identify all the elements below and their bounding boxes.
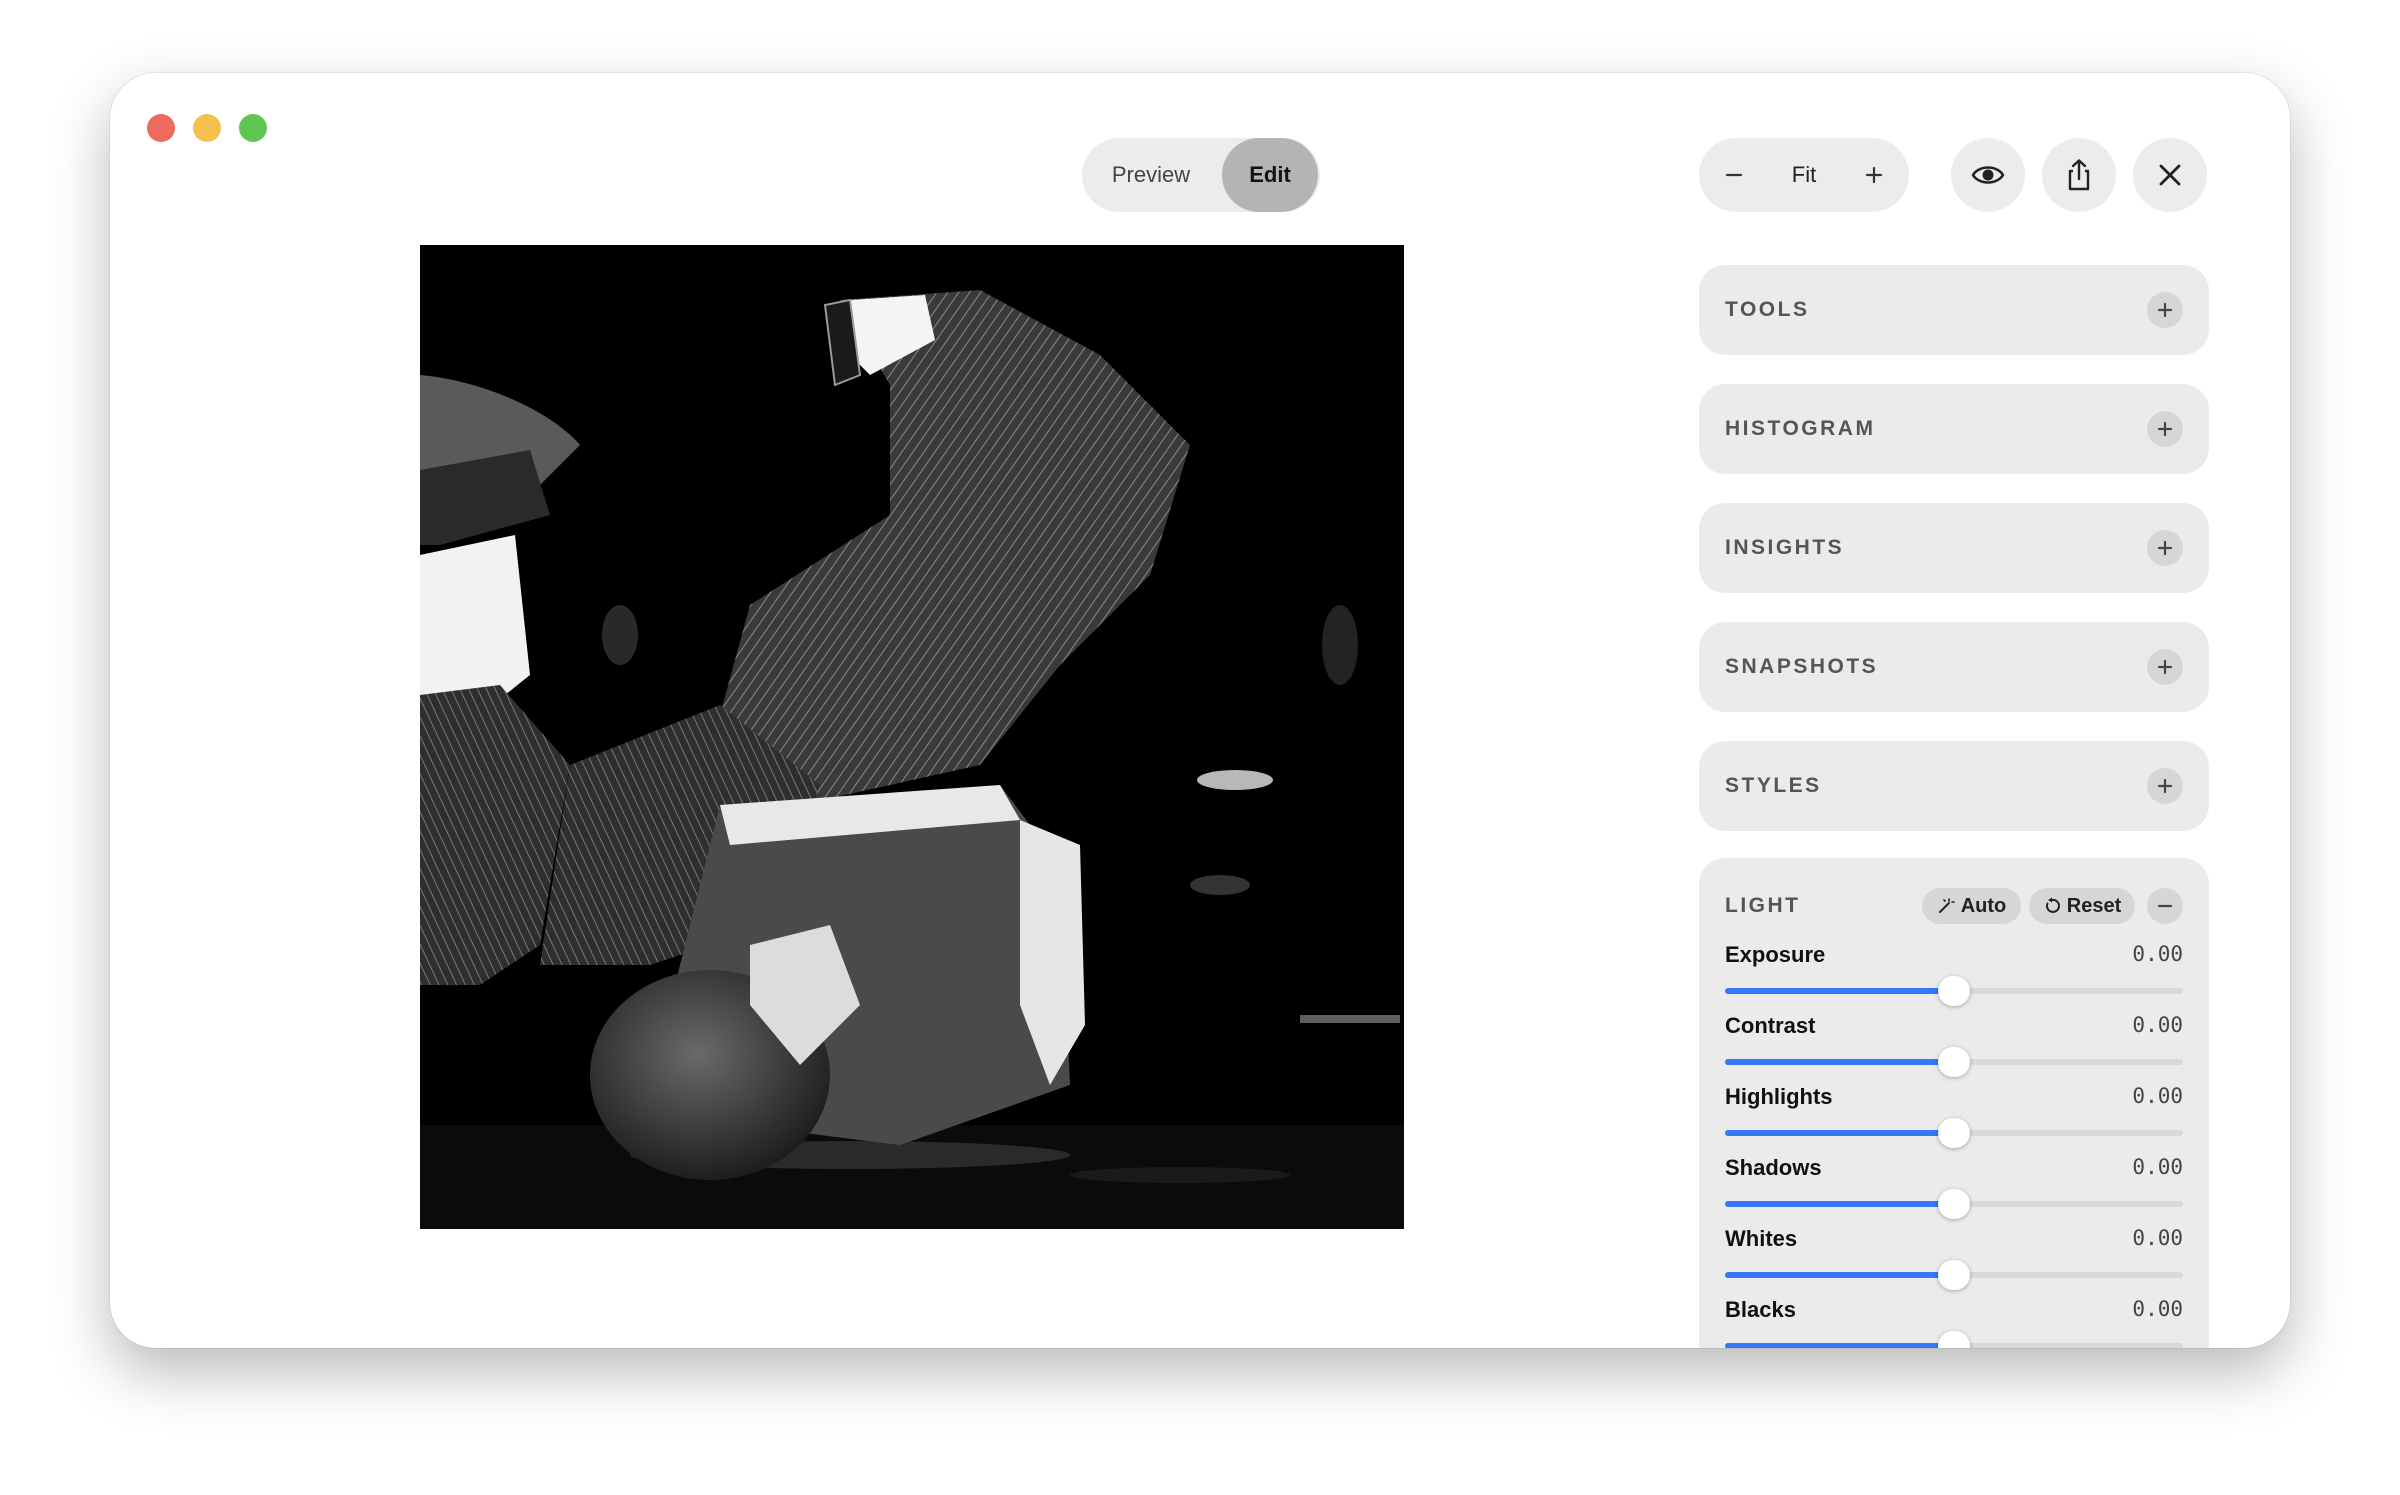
whites-slider-row: Whites 0.00: [1725, 1226, 2183, 1292]
section-title: SNAPSHOTS: [1725, 655, 1879, 678]
slider-label: Contrast: [1725, 1013, 1816, 1038]
slider-value: 0.00: [2132, 1155, 2183, 1179]
close-icon: [2159, 164, 2181, 186]
minus-icon: [1725, 173, 1743, 177]
zoom-control: Fit: [1699, 138, 1909, 212]
plus-icon: [1865, 166, 1883, 184]
light-section: LIGHT Auto Reset Exposure 0.00 Contrast …: [1699, 858, 2209, 1348]
window-minimize-button[interactable]: [193, 114, 221, 142]
slider-label: Exposure: [1725, 942, 1826, 967]
auto-label: Auto: [1960, 894, 2007, 917]
section-title: STYLES: [1725, 774, 1822, 797]
section-title: LIGHT: [1725, 894, 1801, 917]
slider-knob[interactable]: [1938, 1118, 1970, 1148]
tools-section[interactable]: TOOLS: [1699, 265, 2209, 355]
slider-value: 0.00: [2132, 942, 2183, 966]
contrast-slider[interactable]: [1725, 1047, 2183, 1077]
slider-knob[interactable]: [1938, 976, 1970, 1006]
slider-value: 0.00: [2132, 1084, 2183, 1108]
expand-button[interactable]: [2147, 649, 2183, 685]
slider-knob[interactable]: [1938, 1047, 1970, 1077]
plus-icon: [2157, 421, 2173, 437]
snapshots-section[interactable]: SNAPSHOTS: [1699, 622, 2209, 712]
collapse-button[interactable]: [2147, 888, 2183, 924]
share-button[interactable]: [2042, 138, 2116, 212]
toggle-original-button[interactable]: [1951, 138, 2025, 212]
photo-canvas[interactable]: [420, 245, 1404, 1229]
plus-icon: [2157, 778, 2173, 794]
slider-knob[interactable]: [1938, 1331, 1970, 1348]
contrast-slider-row: Contrast 0.00: [1725, 1013, 2183, 1079]
slider-label: Shadows: [1725, 1155, 1822, 1180]
mode-segmented-control: Preview Edit: [1082, 138, 1320, 212]
section-title: HISTOGRAM: [1725, 417, 1876, 440]
slider-value: 0.00: [2132, 1013, 2183, 1037]
share-icon: [2068, 159, 2090, 191]
exposure-slider-row: Exposure 0.00: [1725, 942, 2183, 1008]
slider-knob[interactable]: [1938, 1189, 1970, 1219]
zoom-level-label[interactable]: Fit: [1759, 138, 1849, 212]
auto-button[interactable]: Auto: [1922, 888, 2021, 924]
app-window: Preview Edit Fit TOOLS HISTOGRAM INSIGHT…: [110, 73, 2290, 1348]
photo-image: [420, 245, 1404, 1229]
edit-mode-button[interactable]: Edit: [1222, 138, 1318, 212]
slider-fill: [1725, 988, 1954, 994]
reset-icon: [2045, 897, 2060, 913]
zoom-out-button[interactable]: [1704, 138, 1764, 212]
expand-button[interactable]: [2147, 530, 2183, 566]
whites-slider[interactable]: [1725, 1260, 2183, 1290]
highlights-slider-row: Highlights 0.00: [1725, 1084, 2183, 1150]
reset-label: Reset: [2066, 894, 2122, 917]
expand-button[interactable]: [2147, 411, 2183, 447]
window-close-button[interactable]: [147, 114, 175, 142]
styles-section[interactable]: STYLES: [1699, 741, 2209, 831]
blacks-slider-row: Blacks 0.00: [1725, 1297, 2183, 1348]
eye-icon: [1971, 166, 2005, 184]
blacks-slider[interactable]: [1725, 1331, 2183, 1348]
section-title: TOOLS: [1725, 298, 1810, 321]
expand-button[interactable]: [2147, 768, 2183, 804]
slider-fill: [1725, 1201, 1954, 1207]
plus-icon: [2157, 302, 2173, 318]
minus-icon: [2157, 904, 2173, 908]
close-editor-button[interactable]: [2133, 138, 2207, 212]
plus-icon: [2157, 659, 2173, 675]
slider-fill: [1725, 1272, 1954, 1278]
section-title: INSIGHTS: [1725, 536, 1845, 559]
slider-knob[interactable]: [1938, 1260, 1970, 1290]
preview-mode-button[interactable]: Preview: [1082, 138, 1220, 212]
magic-wand-icon: [1938, 898, 1955, 913]
slider-fill: [1725, 1130, 1954, 1136]
highlights-slider[interactable]: [1725, 1118, 2183, 1148]
slider-label: Whites: [1725, 1226, 1798, 1251]
shadows-slider-row: Shadows 0.00: [1725, 1155, 2183, 1221]
slider-label: Highlights: [1725, 1084, 1833, 1109]
slider-label: Blacks: [1725, 1297, 1796, 1322]
exposure-slider[interactable]: [1725, 976, 2183, 1006]
slider-fill: [1725, 1059, 1954, 1065]
slider-fill: [1725, 1343, 1954, 1348]
window-maximize-button[interactable]: [239, 114, 267, 142]
slider-value: 0.00: [2132, 1226, 2183, 1250]
slider-value: 0.00: [2132, 1297, 2183, 1321]
histogram-section[interactable]: HISTOGRAM: [1699, 384, 2209, 474]
shadows-slider[interactable]: [1725, 1189, 2183, 1219]
zoom-in-button[interactable]: [1844, 138, 1904, 212]
expand-button[interactable]: [2147, 292, 2183, 328]
reset-button[interactable]: Reset: [2029, 888, 2135, 924]
plus-icon: [2157, 540, 2173, 556]
insights-section[interactable]: INSIGHTS: [1699, 503, 2209, 593]
